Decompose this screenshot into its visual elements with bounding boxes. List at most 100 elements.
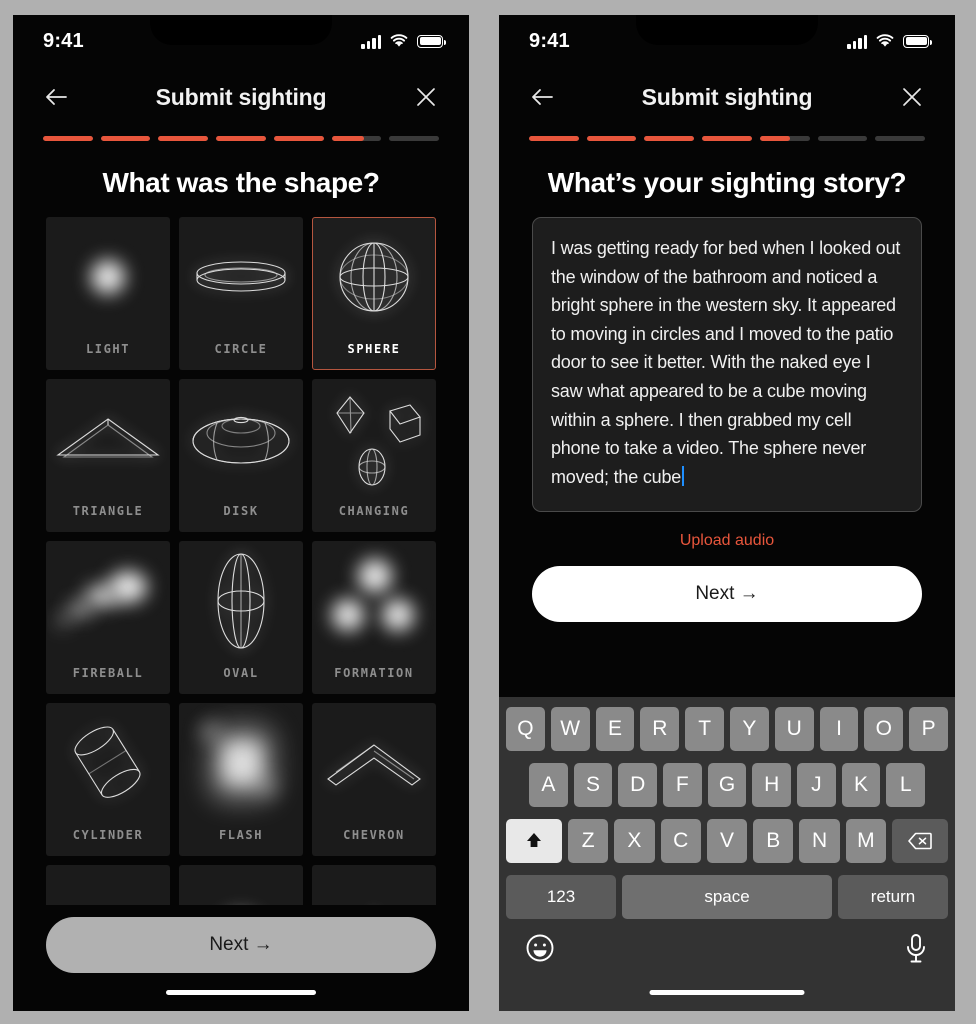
key-v[interactable]: V bbox=[706, 819, 748, 863]
back-icon[interactable] bbox=[525, 80, 559, 114]
shape-card-changing[interactable]: CHANGING bbox=[312, 379, 436, 532]
shape-card-fireball[interactable]: FIREBALL bbox=[46, 541, 170, 694]
key-f[interactable]: F bbox=[663, 763, 702, 807]
space-key[interactable]: space bbox=[622, 875, 832, 919]
shape-card-label: LIGHT bbox=[85, 342, 131, 356]
shape-card-triangle[interactable]: TRIANGLE bbox=[46, 379, 170, 532]
key-d[interactable]: D bbox=[618, 763, 657, 807]
key-x[interactable]: X bbox=[614, 819, 655, 863]
home-indicator[interactable] bbox=[166, 989, 316, 995]
status-bar-right: 9:41 bbox=[499, 15, 955, 67]
triangle-wireframe-icon bbox=[47, 380, 169, 498]
page-title: Submit sighting bbox=[641, 83, 813, 110]
formation-glow-icon bbox=[313, 542, 435, 660]
progress-segment bbox=[875, 136, 926, 141]
shape-card-label: OVAL bbox=[223, 666, 259, 680]
shift-key[interactable] bbox=[506, 819, 563, 863]
key-i[interactable]: I bbox=[819, 707, 859, 751]
shape-card-label: SPHERE bbox=[347, 342, 401, 356]
key-r[interactable]: R bbox=[640, 707, 680, 751]
key-l[interactable]: L bbox=[886, 763, 926, 807]
key-a[interactable]: A bbox=[528, 763, 568, 807]
key-m[interactable]: M bbox=[845, 819, 886, 863]
shape-card-disk[interactable]: DISK bbox=[179, 379, 303, 532]
numbers-key[interactable]: 123 bbox=[506, 875, 616, 919]
cellular-bars-icon bbox=[847, 34, 867, 49]
key-z[interactable]: Z bbox=[568, 819, 609, 863]
shape-grid-scroll[interactable]: LIGHT CIRCLE SPHERE TRIANGLE DISK CHANGING FIR… bbox=[13, 217, 469, 905]
key-o[interactable]: O bbox=[864, 707, 904, 751]
shape-art-partial bbox=[313, 866, 435, 905]
close-icon[interactable] bbox=[895, 80, 929, 114]
shape-card-cylinder[interactable]: CYLINDER bbox=[46, 703, 170, 856]
key-q[interactable]: Q bbox=[506, 707, 545, 751]
emoji-smiley-icon[interactable] bbox=[525, 933, 555, 963]
keyboard-row-3: ZXCVBNM bbox=[503, 819, 951, 863]
progress-segment bbox=[586, 136, 637, 141]
shape-card-label: FLASH bbox=[218, 828, 264, 842]
key-u[interactable]: U bbox=[774, 707, 814, 751]
shape-card-oval[interactable]: OVAL bbox=[179, 541, 303, 694]
key-s[interactable]: S bbox=[573, 763, 613, 807]
key-n[interactable]: N bbox=[799, 819, 840, 863]
key-j[interactable]: J bbox=[797, 763, 836, 807]
key-p[interactable]: P bbox=[909, 707, 948, 751]
shape-card-label: TRIANGLE bbox=[72, 504, 144, 518]
back-icon[interactable] bbox=[39, 80, 73, 114]
wifi-icon bbox=[390, 34, 408, 48]
progress-bar-left bbox=[13, 127, 469, 153]
progress-segment bbox=[759, 136, 810, 141]
progress-segment bbox=[158, 136, 209, 141]
key-w[interactable]: W bbox=[550, 707, 590, 751]
return-key[interactable]: return bbox=[838, 875, 948, 919]
microphone-icon[interactable] bbox=[903, 933, 929, 965]
shape-card-light[interactable]: LIGHT bbox=[46, 217, 170, 370]
key-k[interactable]: K bbox=[841, 763, 881, 807]
shape-card-partial[interactable] bbox=[312, 865, 436, 905]
cta-area-left: Next → bbox=[13, 905, 469, 973]
shape-card-label: CHANGING bbox=[338, 504, 410, 518]
home-indicator[interactable] bbox=[649, 990, 805, 995]
shape-art-partial bbox=[180, 866, 302, 905]
on-screen-keyboard: QWERTYUIOP ASDFGHJKL ZXCVBNM 123 space r… bbox=[499, 697, 955, 919]
progress-segment bbox=[273, 136, 324, 141]
page-title: Submit sighting bbox=[155, 83, 327, 110]
shape-card-partial[interactable] bbox=[179, 865, 303, 905]
shape-card-flash[interactable]: FLASH bbox=[179, 703, 303, 856]
key-e[interactable]: E bbox=[595, 707, 635, 751]
shape-card-chevron[interactable]: CHEVRON bbox=[312, 703, 436, 856]
key-y[interactable]: Y bbox=[730, 707, 769, 751]
next-button[interactable]: Next → bbox=[532, 566, 922, 622]
key-h[interactable]: H bbox=[752, 763, 792, 807]
light-glow-icon bbox=[47, 218, 169, 336]
fireball-glow-icon bbox=[47, 542, 169, 660]
cellular-bars-icon bbox=[361, 34, 381, 49]
shape-card-partial[interactable] bbox=[46, 865, 170, 905]
cylinder-wireframe-icon bbox=[47, 704, 169, 822]
text-caret bbox=[682, 465, 685, 486]
close-icon[interactable] bbox=[409, 80, 443, 114]
shape-art-partial bbox=[47, 866, 169, 905]
key-t[interactable]: T bbox=[685, 707, 724, 751]
upload-audio-link[interactable]: Upload audio bbox=[532, 512, 922, 566]
shape-card-formation[interactable]: FORMATION bbox=[312, 541, 436, 694]
chevron-wireframe-icon bbox=[313, 704, 435, 822]
key-g[interactable]: G bbox=[707, 763, 747, 807]
keyboard-row-4: 123 space return bbox=[503, 875, 951, 919]
key-b[interactable]: B bbox=[753, 819, 794, 863]
progress-segment bbox=[817, 136, 868, 141]
flash-glow-icon bbox=[180, 704, 302, 822]
shape-card-circle[interactable]: CIRCLE bbox=[179, 217, 303, 370]
next-button[interactable]: Next → bbox=[46, 917, 436, 973]
story-text: I was getting ready for bed when I looke… bbox=[551, 238, 901, 487]
backspace-key[interactable] bbox=[891, 819, 948, 863]
keyboard-accessory-bar bbox=[499, 919, 955, 1011]
shape-card-sphere[interactable]: SPHERE bbox=[312, 217, 436, 370]
shape-card-label: DISK bbox=[223, 504, 259, 518]
key-c[interactable]: C bbox=[660, 819, 701, 863]
progress-segment bbox=[702, 136, 752, 141]
question-heading: What was the shape? bbox=[102, 167, 380, 198]
notch bbox=[636, 15, 818, 45]
story-textarea[interactable]: I was getting ready for bed when I looke… bbox=[532, 217, 922, 512]
battery-full-icon bbox=[417, 34, 446, 48]
